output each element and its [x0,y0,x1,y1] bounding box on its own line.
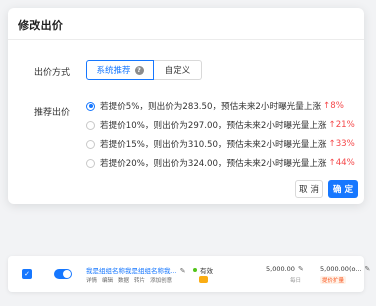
confirm-button[interactable]: 确 定 [328,180,358,198]
cancel-button[interactable]: 取 消 [295,180,323,198]
radio-checked-icon[interactable] [86,101,95,111]
bid-option-10[interactable]: 若提价10%，则出价为297.00，预估未来2小时曝光量上涨 ↑21% [86,119,355,131]
warning-tag-icon [199,276,208,283]
action-transfer[interactable]: 转片 [134,276,145,284]
bid-sub-label: 每日 [290,278,302,284]
rise-percent: ↑33% [328,139,355,149]
budget-edit-icon[interactable]: ✎ [365,265,371,273]
help-icon[interactable]: ? [134,65,144,75]
bid-cell: 5,000.00 ✎ [266,265,304,273]
row-checkbox[interactable]: ✓ [22,269,32,279]
bid-option-20[interactable]: 若提价20%，则出价为324.00，预估未来2小时曝光量上涨 ↑44% [86,157,355,169]
radio-icon[interactable] [86,139,95,149]
method-custom-button[interactable]: 自定义 [154,60,202,80]
status-text: 有效 [200,267,213,275]
edit-bid-dialog: 修改出价 出价方式 系统推荐 ? 自定义 推荐出价 若提价5%，则出价为283.… [8,8,364,204]
budget-cell: 5,000.00(o... ✎ [320,265,370,273]
dialog-title: 修改出价 [18,19,64,32]
action-edit[interactable]: 编辑 [102,276,113,284]
edit-icon[interactable]: ✎ [180,267,186,275]
method-system-recommend-button[interactable]: 系统推荐 ? [86,60,154,80]
action-data[interactable]: 数据 [118,276,129,284]
bid-method-label: 出价方式 [34,68,71,78]
option-text: 若提价15%，则出价为310.50，预估未来2小时曝光量上涨 [100,140,327,150]
radio-icon[interactable] [86,120,95,130]
status-cell: 有效 [193,265,213,275]
ad-group-name-link[interactable]: 我是组组名称我是组组名称我... ✎ [86,265,186,275]
option-text: 若提价10%，则出价为297.00，预估未来2小时曝光量上涨 [100,121,327,131]
option-text: 若提价20%，则出价为324.00，预估未来2小时曝光量上涨 [100,159,327,169]
bid-edit-icon[interactable]: ✎ [298,265,304,273]
ad-group-name: 我是组组名称我是组组名称我... [86,267,177,275]
row-actions: 详情 编辑 数据 转片 添加创意 [86,276,172,284]
rise-percent: ↑44% [328,158,355,168]
bid-value: 5,000.00 [266,265,295,273]
rise-percent: ↑8% [323,101,344,111]
table-row: ✓ 我是组组名称我是组组名称我... ✎ 详情 编辑 数据 转片 添加创意 有效 … [8,256,370,292]
title-divider [8,39,364,40]
option-text: 若提价5%，则出价为283.50，预估未来2小时曝光量上涨 [100,102,322,112]
status-toggle[interactable] [54,269,72,279]
method-system-recommend-label: 系统推荐 [96,66,131,76]
screen: 修改出价 出价方式 系统推荐 ? 自定义 推荐出价 若提价5%，则出价为283.… [0,0,376,306]
recommend-bid-label: 推荐出价 [34,108,71,118]
rise-percent: ↑21% [328,120,355,130]
action-add-creative[interactable]: 添加创意 [150,276,172,284]
bid-method-switch: 系统推荐 ? 自定义 [86,60,202,80]
raise-bid-tag[interactable]: 提价扩量 [320,276,347,284]
radio-icon[interactable] [86,158,95,168]
budget-value: 5,000.00(o... [320,265,362,273]
action-details[interactable]: 详情 [86,276,97,284]
bid-option-15[interactable]: 若提价15%，则出价为310.50，预估未来2小时曝光量上涨 ↑33% [86,138,355,150]
bid-option-5[interactable]: 若提价5%，则出价为283.50，预估未来2小时曝光量上涨 ↑8% [86,100,344,112]
status-dot-icon [193,268,197,272]
